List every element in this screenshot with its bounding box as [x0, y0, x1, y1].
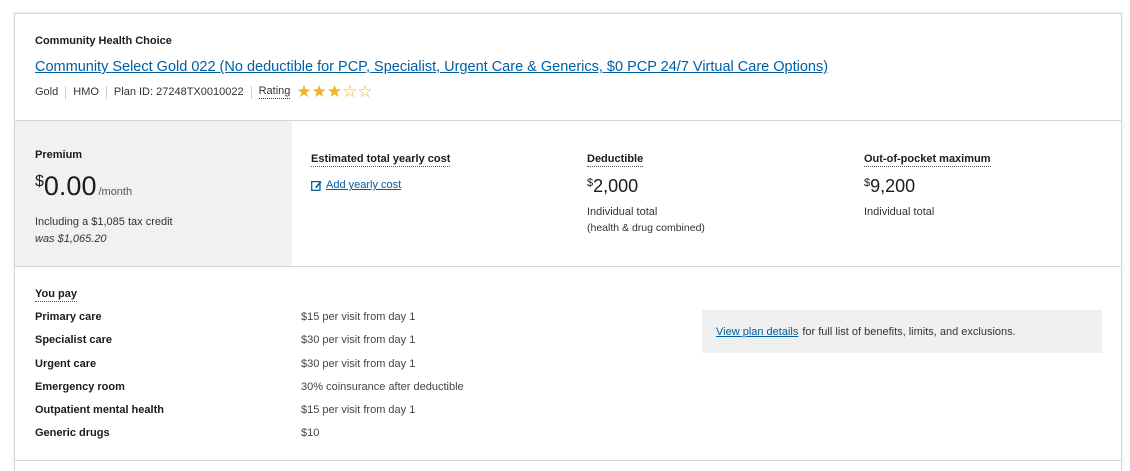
oop-max-value: 9,200 [870, 176, 916, 196]
add-yearly-cost-link[interactable]: Add yearly cost [311, 179, 450, 191]
oop-max-label[interactable]: Out-of-pocket maximum [864, 153, 991, 167]
plan-name-link[interactable]: Community Select Gold 022 (No deductible… [35, 59, 828, 75]
deductible-amount: $2,000 [587, 176, 705, 197]
you-pay-title[interactable]: You pay [35, 288, 77, 302]
premium-panel: Premium $0.00/month Including a $1,085 t… [15, 121, 292, 266]
edit-icon [311, 180, 322, 191]
metal-level: Gold [35, 86, 59, 98]
yearly-cost-column: Estimated total yearly cost Add yearly c… [311, 149, 451, 191]
oop-max-scope: Individual total [864, 206, 935, 218]
benefit-value: 30% coinsurance after deductible [301, 381, 464, 393]
benefit-name: Emergency room [35, 381, 125, 393]
benefit-name: Specialist care [35, 334, 113, 346]
benefit-value: $30 per visit from day 1 [301, 334, 416, 346]
benefit-row: Primary care $15 per visit from day 1 [35, 311, 515, 327]
star-empty-icon: ☆ [342, 82, 358, 101]
deductible-value: 2,000 [593, 176, 639, 196]
premium-value: 0.00 [43, 171, 97, 201]
benefit-row: Emergency room 30% coinsurance after ded… [35, 381, 515, 397]
star-rating: ★ ★ ★ ☆ ☆ [296, 82, 373, 101]
deductible-currency: $ [587, 177, 594, 189]
deductible-label[interactable]: Deductible [587, 153, 644, 167]
plan-type: HMO [73, 86, 99, 98]
benefit-value: $10 [301, 427, 320, 439]
benefit-row: Urgent care $30 per visit from day 1 [35, 358, 515, 374]
divider [65, 85, 67, 99]
plan-header: Community Health Choice Community Select… [15, 14, 1121, 121]
deductible-note: (health & drug combined) [587, 222, 705, 234]
you-pay-section: You pay Primary care $15 per visit from … [15, 267, 1121, 461]
premium-period: /month [98, 186, 133, 198]
benefit-row: Specialist care $30 per visit from day 1 [35, 334, 515, 350]
benefit-value: $30 per visit from day 1 [301, 358, 416, 370]
premium-label: Premium [35, 149, 83, 161]
star-filled-icon: ★ [326, 82, 343, 101]
divider [250, 85, 252, 99]
star-empty-icon: ☆ [357, 82, 373, 101]
rating-label[interactable]: Rating [258, 85, 291, 99]
oop-max-currency: $ [864, 177, 871, 189]
benefit-name: Generic drugs [35, 427, 110, 439]
plan-card: Community Health Choice Community Select… [14, 13, 1122, 471]
benefit-name: Outpatient mental health [35, 404, 164, 416]
issuer-name: Community Health Choice [35, 35, 172, 47]
oop-max-column: Out-of-pocket maximum $9,200 Individual … [864, 149, 991, 218]
yearly-cost-label[interactable]: Estimated total yearly cost [311, 153, 451, 167]
deductible-scope: Individual total [587, 206, 658, 218]
deductible-column: Deductible $2,000 Individual total (heal… [587, 149, 705, 234]
add-yearly-cost-label: Add yearly cost [326, 179, 402, 191]
premium-currency: $ [35, 173, 44, 190]
tax-credit-text: Including a $1,085 tax credit [35, 216, 173, 228]
oop-max-amount: $9,200 [864, 176, 991, 197]
benefit-row: Outpatient mental health $15 per visit f… [35, 404, 515, 420]
divider [105, 85, 107, 99]
star-filled-icon: ★ [296, 82, 312, 101]
plan-details-note: for full list of benefits, limits, and e… [802, 325, 1016, 338]
benefit-row: Generic drugs $10 [35, 427, 515, 443]
plan-meta: Gold HMO Plan ID: 27248TX0010022 Rating … [35, 82, 373, 101]
benefit-value: $15 per visit from day 1 [301, 404, 416, 416]
star-filled-icon: ★ [311, 82, 327, 101]
plan-id: Plan ID: 27248TX0010022 [113, 86, 244, 98]
benefit-value: $15 per visit from day 1 [301, 311, 416, 323]
benefit-name: Urgent care [35, 358, 97, 370]
premium-amount: $0.00/month [35, 171, 132, 202]
benefit-name: Primary care [35, 311, 102, 323]
was-price: was $1,065.20 [35, 233, 107, 245]
view-plan-details-link[interactable]: View plan details [716, 326, 798, 338]
plan-details-callout: View plan details for full list of benef… [702, 310, 1102, 353]
cost-summary: Premium $0.00/month Including a $1,085 t… [15, 121, 1121, 267]
